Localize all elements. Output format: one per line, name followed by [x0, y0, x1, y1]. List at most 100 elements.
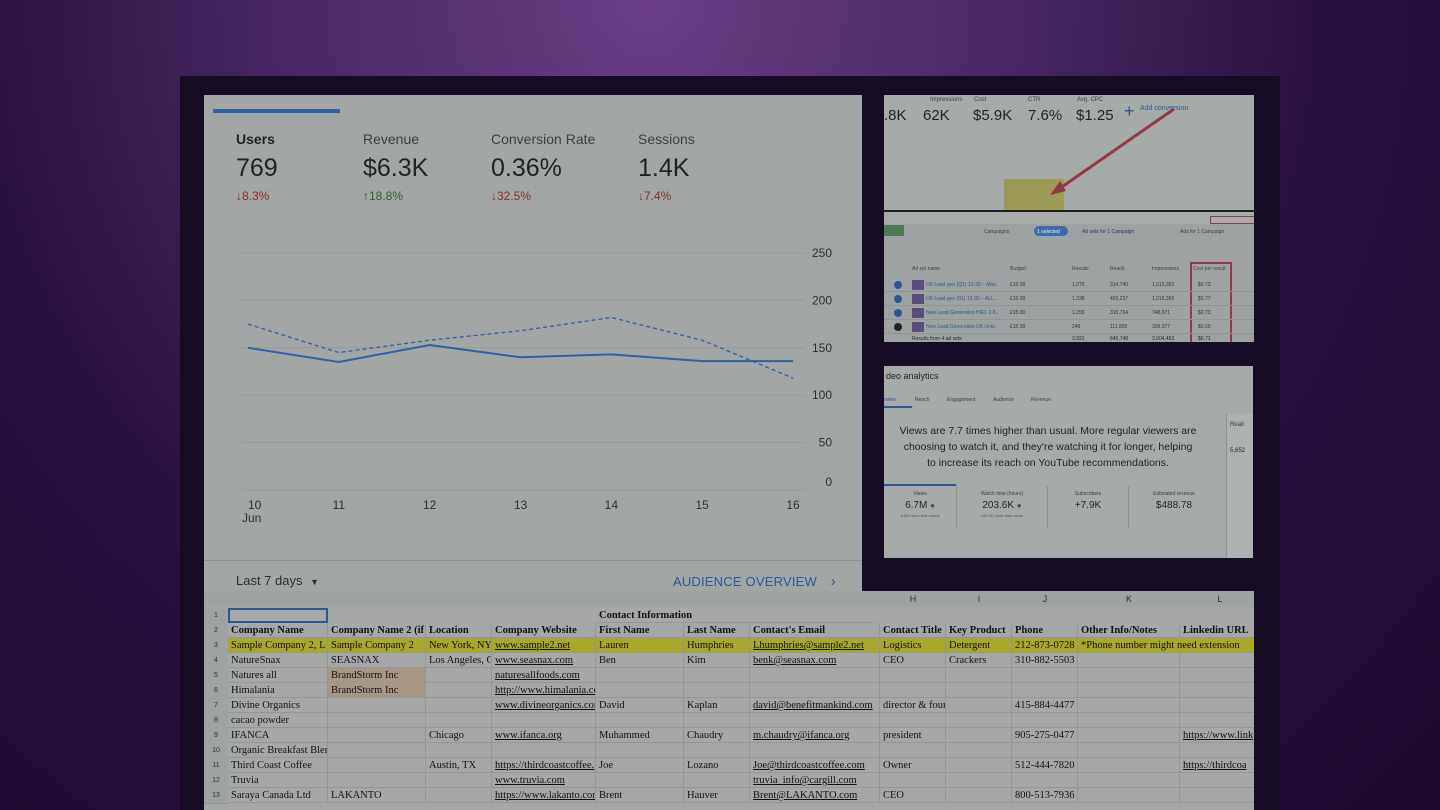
toggle-switch[interactable]: [894, 309, 902, 317]
column-header[interactable]: [204, 591, 881, 607]
row-number[interactable]: 5: [204, 668, 228, 684]
table-cell: Lauren: [596, 638, 684, 653]
row-number[interactable]: 8: [204, 713, 228, 729]
header-cell[interactable]: Other Info/Notes: [1078, 623, 1180, 638]
header-cell[interactable]: Contact Title: [880, 623, 946, 638]
row-number[interactable]: 11: [204, 758, 228, 774]
tab-revenue[interactable]: Revenue: [1031, 397, 1051, 403]
table-cell: Humphries: [684, 638, 750, 653]
tab-overview[interactable]: rview: [884, 397, 896, 403]
metric-users[interactable]: Users 769 ↓8.3%: [236, 131, 278, 203]
header-cell[interactable]: Contact's Email: [750, 623, 880, 638]
table-cell[interactable]: Lhumphries@sample2.net: [750, 638, 880, 653]
table-cell[interactable]: www.truvia.com: [492, 773, 596, 788]
table-cell: [596, 773, 684, 788]
ad-thumbnail: [912, 308, 924, 318]
table-cell[interactable]: http://www.himalania.com/: [492, 683, 596, 698]
table-cell: [596, 683, 684, 698]
metric-revenue[interactable]: Revenue $6.3K ↑18.8%: [363, 131, 428, 203]
card-watch-time[interactable]: Watch time (hours) 203.6K ● 120.4K more …: [957, 486, 1048, 528]
table-cell[interactable]: truvia_info@cargill.com: [750, 773, 880, 788]
table-cell[interactable]: https://www.link: [1180, 728, 1254, 743]
date-range-dropdown[interactable]: Last 7 days ▼: [236, 573, 319, 588]
row-number[interactable]: 13: [204, 788, 228, 804]
tab-audience[interactable]: Audience: [993, 397, 1014, 403]
row-number[interactable]: 10: [204, 743, 228, 759]
row-number[interactable]: 1: [204, 608, 228, 624]
table-cell[interactable]: Brent@LAKANTO.com: [750, 788, 880, 803]
table-cell[interactable]: www.sample2.net: [492, 638, 596, 653]
row-number[interactable]: 9: [204, 728, 228, 744]
table-cell: Third Coast Coffee: [228, 758, 328, 773]
row-number[interactable]: 4: [204, 653, 228, 669]
toggle-switch[interactable]: [894, 281, 902, 289]
tab-indicator: [884, 406, 912, 408]
table-cell: Ben: [596, 653, 684, 668]
ad-set-cell-reach: 314,740: [1110, 282, 1129, 288]
table-cell: director & founder: [880, 698, 946, 713]
table-cell: Lozano: [684, 758, 750, 773]
table-cell[interactable]: naturesallfoods.com: [492, 668, 596, 683]
table-cell[interactable]: www.ifanca.org: [492, 728, 596, 743]
table-cell[interactable]: www.divineorganics.com: [492, 698, 596, 713]
table-cell: 310-882-5503: [1012, 653, 1078, 668]
column-header[interactable]: I: [946, 591, 1013, 607]
row-number[interactable]: 7: [204, 698, 228, 714]
tab-engagement[interactable]: Engagement: [947, 397, 975, 403]
table-cell: [1078, 773, 1180, 788]
table-cell[interactable]: https://thirdcoa: [1180, 758, 1254, 773]
caret-down-icon: ▼: [310, 577, 320, 587]
table-cell: 415-884-4477: [1012, 698, 1078, 713]
table-cell[interactable]: david@benefitmankind.com: [750, 698, 880, 713]
table-cell[interactable]: https://thirdcoastcoffee.: [492, 758, 596, 773]
header-cell[interactable]: Linkedin URL: [1180, 623, 1254, 638]
table-cell[interactable]: benk@seasnax.com: [750, 653, 880, 668]
header-cell[interactable]: Last Name: [684, 623, 750, 638]
row-number[interactable]: 3: [204, 638, 228, 654]
ad-set-cell-name: UK Lead gen (Q1) 12-30 – Mas..: [926, 282, 999, 288]
table-cell[interactable]: https://www.lakanto.com: [492, 788, 596, 803]
y-tick-label: 200: [812, 293, 832, 307]
card-revenue[interactable]: Estimated revenue $488.78: [1129, 486, 1219, 528]
table-cell: CEO: [880, 788, 946, 803]
table-cell: LAKANTO: [328, 788, 426, 803]
metric-conversion-rate[interactable]: Conversion Rate 0.36% ↓32.5%: [491, 131, 595, 203]
header-cell[interactable]: Company Name: [228, 623, 328, 638]
selected-cell[interactable]: [228, 608, 328, 623]
ad-sets-table: Campaigns 1 selected Ad sets for 1 Campa…: [884, 212, 1254, 342]
table-cell[interactable]: Joe@thirdcoastcoffee.com: [750, 758, 880, 773]
card-views[interactable]: Views 6.7M ● 5.8M more than usual: [884, 486, 957, 528]
row-number[interactable]: 2: [204, 623, 228, 639]
tab-campaigns[interactable]: Campaigns: [984, 229, 1009, 235]
ad-set-cell-budget: £15.00: [1010, 296, 1026, 302]
table-cell: [426, 773, 492, 788]
table-cell: [328, 698, 426, 713]
tab-ads[interactable]: Ads for 1 Campaign: [1180, 229, 1224, 235]
column-header[interactable]: H: [880, 591, 947, 607]
toggle-switch[interactable]: [894, 323, 902, 331]
header-cell[interactable]: Company Website: [492, 623, 596, 638]
tab-reach[interactable]: Reach: [915, 397, 929, 403]
column-header[interactable]: L: [1180, 591, 1254, 607]
metric-sessions[interactable]: Sessions 1.4K ↓7.4%: [638, 131, 695, 203]
tab-ad-sets[interactable]: Ad sets for 1 Campaign: [1082, 229, 1134, 235]
table-cell[interactable]: m.chaudry@ifanca.org: [750, 728, 880, 743]
table-cell: [426, 713, 492, 728]
column-header[interactable]: K: [1078, 591, 1181, 607]
table-cell: Sample Company 2: [328, 638, 426, 653]
toggle-switch[interactable]: [894, 295, 902, 303]
column-header[interactable]: J: [1012, 591, 1079, 607]
ad-thumbnail: [912, 322, 924, 332]
header-cell[interactable]: Location: [426, 623, 492, 638]
table-cell[interactable]: www.seasnax.com: [492, 653, 596, 668]
header-cell[interactable]: First Name: [596, 623, 684, 638]
row-number[interactable]: 6: [204, 683, 228, 699]
table-cell: Organic Breakfast Blend: [228, 743, 328, 758]
header-cell[interactable]: Company Name 2 (if: [328, 623, 426, 638]
header-cell[interactable]: Phone: [1012, 623, 1078, 638]
header-cell[interactable]: Key Product: [946, 623, 1012, 638]
table-cell: *Phone number might need extension: [1078, 638, 1254, 653]
audience-overview-link[interactable]: AUDIENCE OVERVIEW ›: [673, 573, 836, 590]
card-subscribers[interactable]: Subscribers +7.9K: [1048, 486, 1129, 528]
row-number[interactable]: 12: [204, 773, 228, 789]
